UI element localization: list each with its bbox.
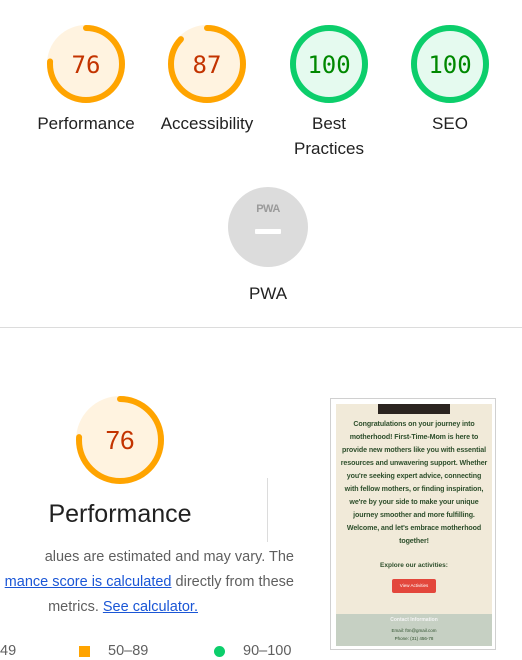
screenshot-footer: Contact Information Email: ftm@gmail.com… [336,614,492,646]
screenshot-text-line: you're seeking expert advice, connecting [346,472,482,480]
screenshot-text-line: provide new mothers like you with essent… [342,446,486,454]
gauge-best-practices[interactable]: 100 Best Practices [288,23,370,158]
screenshot-text-line: Congratulations on your journey into [353,420,475,428]
gauge-label: Accessibility [160,114,254,133]
screenshot-text-line: together! [399,537,429,545]
gauge-ring: 100 [290,25,368,103]
screenshot-text-line: motherhood! First-Time-Mom is here to [349,433,479,441]
screenshot-view-activities-button: View Activities [392,579,436,593]
screenshot-footer-email: Email: ftm@gmail.com [391,628,437,633]
average-square-icon [79,646,90,657]
gauge-accessibility[interactable]: 87 Accessibility [161,23,253,133]
screenshot-text-line: with fellow mothers, or finding inspirat… [344,485,484,493]
final-screenshot[interactable]: Congratulations on your journey into mot… [330,398,496,650]
screenshot-hero-image [378,404,450,414]
gauge-label-line1: Best [311,114,347,133]
legend-average-range: 50–89 [108,643,149,659]
gauge-seo[interactable]: 100 SEO [409,23,491,133]
screenshot-text-line: resources and unwavering support. Whethe… [340,459,488,467]
pwa-badge-text: PWA [256,203,280,215]
description-text: metrics. [48,599,103,615]
screenshot-text-line: journey smoother and more fulfilling. [353,511,475,519]
performance-title: Performance [48,500,192,528]
screenshot-footer-title: Contact Information [390,617,438,623]
legend-pass-range: 90–100 [243,643,292,659]
description-text: directly from these [171,574,294,590]
gauge-score: 87 [193,51,222,79]
gauge-score: 100 [428,51,471,79]
screenshot-explore-text: Explore our activities: [380,562,448,569]
gauge-score: 100 [307,51,350,79]
screenshot-footer-phone: Phone: (31) 456-78 [394,636,434,641]
gauge-score: 76 [106,425,135,455]
gauge-label: PWA [248,284,288,303]
gauge-ring: 76 [76,396,164,484]
gauge-ring: 100 [411,25,489,103]
gauge-score: 76 [72,51,101,79]
legend-fail-range: 49 [0,643,17,659]
gauge-pwa[interactable]: PWA PWA [227,186,309,303]
performance-description-line2: mance score is calculated directly from … [0,574,294,590]
gauge-label: Best Practices [259,111,399,161]
pass-circle-icon [214,646,225,657]
screenshot-text-line: Welcome, and let's embrace motherhood [346,524,482,532]
score-calculated-link[interactable]: mance score is calculated [5,574,172,590]
performance-score-gauge[interactable]: 76 [74,394,166,486]
gauge-label-line2: Practices [294,139,364,158]
section-divider [0,327,522,328]
screenshot-text-line: we're by your side to make your unique [349,498,479,506]
pwa-badge-icon: PWA [228,187,308,267]
gauge-ring: 76 [47,25,125,103]
gauge-ring: 87 [168,25,246,103]
screenshot-page: Congratulations on your journey into mot… [336,404,492,646]
performance-description-line3: metrics. See calculator. [0,599,198,615]
gauge-performance[interactable]: 76 Performance [37,23,135,133]
screenshot-intro-text: Congratulations on your journey into mot… [340,418,488,548]
see-calculator-link[interactable]: See calculator. [103,599,198,615]
vertical-divider [267,478,268,542]
gauge-label: Performance [37,114,135,133]
performance-description-line1: alues are estimated and may vary. The [44,549,294,565]
gauge-label: SEO [432,114,468,133]
